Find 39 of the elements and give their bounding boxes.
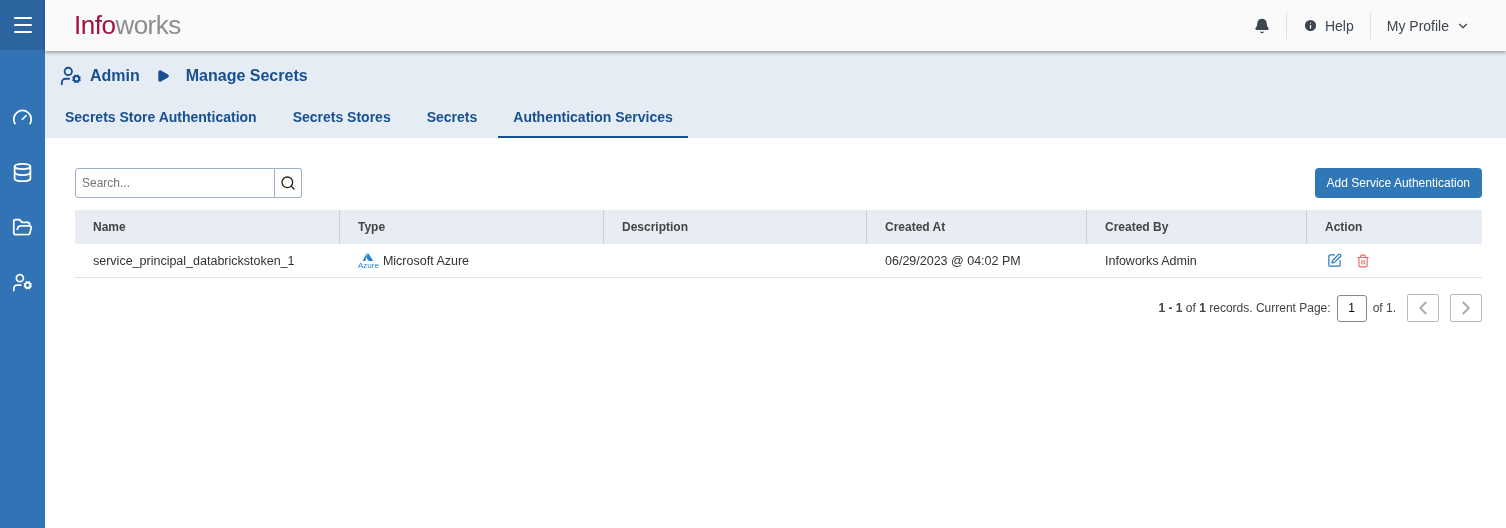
menu-button[interactable]	[0, 0, 45, 50]
azure-logo: Azure	[358, 251, 379, 270]
tab[interactable]: Authentication Services	[498, 101, 688, 138]
database-icon	[12, 162, 33, 183]
search-button[interactable]	[275, 168, 302, 198]
help-button[interactable]: Help	[1286, 12, 1370, 39]
tab[interactable]: Secrets Store Authentication	[50, 101, 272, 138]
tab[interactable]: Secrets	[411, 101, 493, 138]
trash-icon	[1356, 253, 1370, 268]
add-service-authentication-button[interactable]: Add Service Authentication	[1314, 168, 1482, 198]
profile-menu-button[interactable]: My Profile	[1370, 12, 1486, 39]
breadcrumb-current: Manage Secrets	[185, 67, 308, 85]
column-header: Created By	[1087, 210, 1307, 244]
search-icon	[280, 175, 296, 191]
page-count: of 1.	[1372, 301, 1396, 315]
column-header: Action	[1307, 210, 1482, 244]
column-header: Type	[340, 210, 604, 244]
folder-icon	[12, 217, 33, 238]
search-field[interactable]: Search...	[75, 168, 275, 198]
info-icon	[1302, 18, 1318, 33]
bell-icon	[1253, 17, 1270, 34]
user-gear-icon	[12, 272, 33, 293]
app-logo: Infoworks	[74, 10, 182, 41]
column-header: Description	[604, 210, 867, 244]
created-at-cell: 06/29/2023 @ 04:02 PM	[867, 244, 1087, 278]
edit-icon	[1327, 253, 1342, 268]
edit-button[interactable]	[1327, 253, 1342, 268]
page-input[interactable]: 1	[1336, 294, 1367, 322]
name-cell: service_principal_databrickstoken_1	[75, 244, 340, 278]
breadcrumb-link[interactable]: Admin	[90, 67, 140, 85]
records-summary: 1 - 1 of 1 records. Current Page:	[1158, 301, 1331, 315]
caret-icon	[155, 69, 170, 83]
column-header: Name	[75, 210, 340, 244]
column-header: Created At	[867, 210, 1087, 244]
type-cell: Azure Microsoft Azure	[340, 244, 604, 278]
created-by-cell: Infoworks Admin	[1087, 244, 1307, 278]
user-gear-icon	[60, 65, 82, 87]
tab[interactable]: Secrets Stores	[277, 101, 406, 138]
delete-button[interactable]	[1356, 253, 1370, 268]
